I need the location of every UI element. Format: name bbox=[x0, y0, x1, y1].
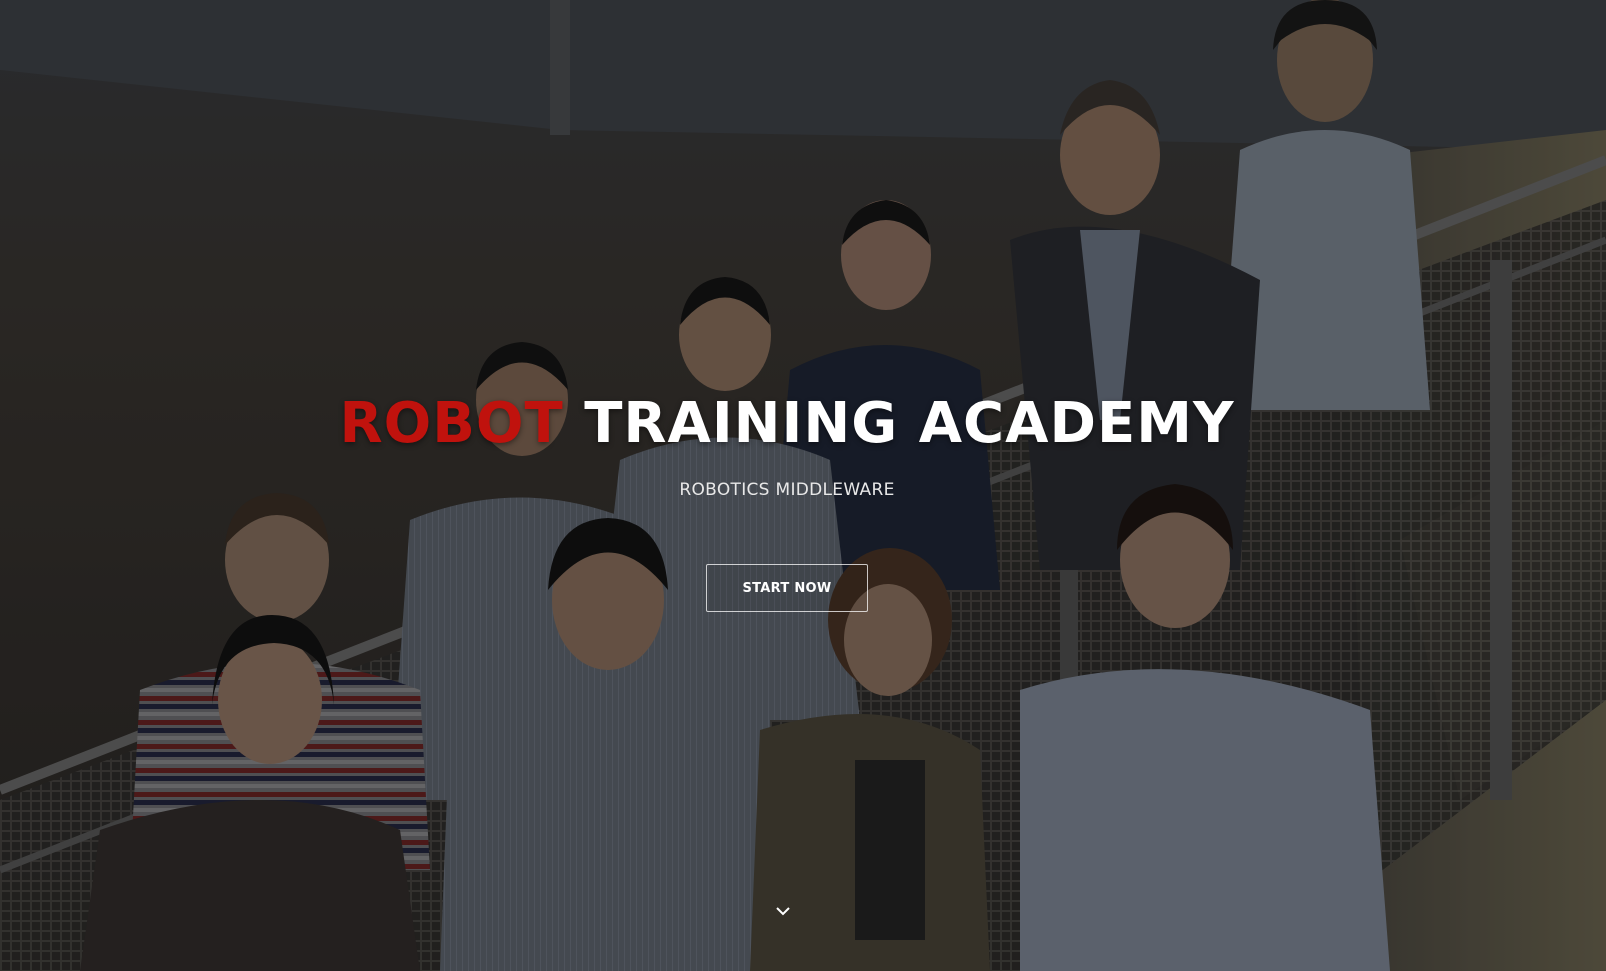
hero-content: ROBOT TRAINING ACADEMY ROBOTICS MIDDLEWA… bbox=[0, 390, 1574, 500]
scroll-down-button[interactable] bbox=[771, 901, 795, 921]
hero-section: ROBOT TRAINING ACADEMY ROBOTICS MIDDLEWA… bbox=[0, 0, 1606, 971]
hero-title-accent: ROBOT bbox=[339, 391, 564, 456]
hero-title-rest: TRAINING ACADEMY bbox=[584, 391, 1235, 456]
hero-title: ROBOT TRAINING ACADEMY bbox=[0, 390, 1574, 458]
hero-subtitle: ROBOTICS MIDDLEWARE bbox=[679, 480, 895, 500]
chevron-down-icon bbox=[776, 907, 790, 916]
start-now-button[interactable]: START NOW bbox=[706, 564, 868, 612]
